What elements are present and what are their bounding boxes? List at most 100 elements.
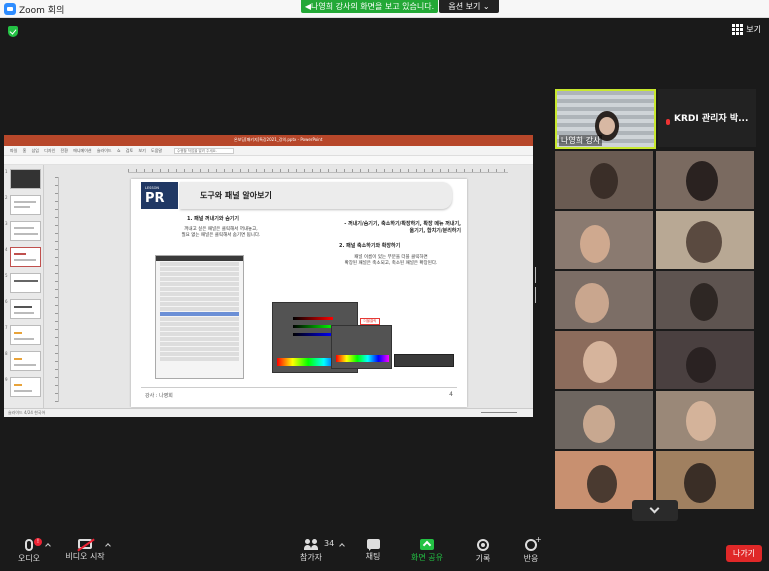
participants-icon: 34 — [304, 539, 334, 550]
share-screen-button[interactable]: 화면 공유 — [408, 539, 446, 563]
ppt-status-text: 슬라이드 4/24 한국어 — [8, 410, 46, 415]
chat-icon — [366, 539, 380, 551]
slide-thumbnail — [10, 195, 41, 215]
slide-header-bar: 도구와 패널 알아보기 — [180, 182, 452, 209]
participant-name: KRDI 관리자 박... — [674, 114, 749, 124]
title-bar: Zoom 회의 ◀나영희 강사의 화면을 보고 있습니다. 옵션 보기 ⌄ — [0, 0, 769, 18]
reactions-icon — [525, 535, 542, 551]
slide-thumbnails: 1 2 3 4 5 6 7 8 9 — [4, 165, 44, 408]
slide-footer-divider — [141, 387, 457, 388]
slide-thumbnail — [10, 221, 41, 241]
vertical-ruler — [55, 177, 59, 402]
ppt-ribbon-tabs: 파일 홈 삽입 디자인 전환 애니메이션 슬라이드 쇼 검토 보기 도움말 — [10, 148, 163, 153]
thumb-number: 6 — [5, 299, 8, 304]
thumb-number: 2 — [5, 195, 8, 200]
participant-tile[interactable] — [656, 271, 754, 329]
collapsed-panel-screenshot — [331, 325, 392, 369]
split-divider-handle[interactable] — [535, 267, 538, 303]
start-video-button[interactable]: 비디오 시작 — [64, 539, 106, 562]
zoom-window: Zoom 회의 ◀나영희 강사의 화면을 보고 있습니다. 옵션 보기 ⌄ 보기… — [0, 0, 769, 571]
ppt-zoom-slider — [481, 412, 517, 413]
lesson-code: PR — [145, 191, 165, 206]
slide-presenter: 강사 : 나영희 — [145, 393, 173, 399]
slide-thumbnail — [10, 351, 41, 371]
screen-share-banner: ◀나영희 강사의 화면을 보고 있습니다. — [301, 0, 438, 13]
participants-count: 34 — [324, 539, 335, 548]
gallery-scroll-down-button[interactable] — [632, 500, 678, 521]
slide-thumbnail — [10, 273, 41, 293]
active-speaker-tile[interactable]: 나영희 강사 — [555, 89, 656, 149]
reactions-button[interactable]: 반응 — [518, 535, 544, 564]
lesson-badge: LESSON PR — [141, 182, 178, 209]
view-label: 보기 — [746, 25, 761, 34]
video-label: 비디오 시작 — [65, 552, 105, 561]
muted-mic-icon — [666, 119, 670, 125]
audio-alert-badge: ! — [34, 538, 42, 546]
record-button[interactable]: 기록 — [470, 539, 496, 564]
window-menu-screenshot — [155, 255, 244, 379]
slide-thumbnail — [10, 377, 41, 397]
participant-tile[interactable] — [656, 391, 754, 449]
video-options-caret[interactable] — [105, 543, 111, 549]
participant-tile-admin[interactable]: KRDI 관리자 박... — [658, 89, 756, 147]
chat-button[interactable]: 채팅 — [360, 539, 386, 562]
section-2-description: 패널 이름이 있는 부분을 더블 클릭하면 확장된 패널은 축소되고, 축소된 … — [344, 255, 438, 266]
chevron-down-icon — [649, 503, 660, 514]
thumb-number: 5 — [5, 273, 8, 278]
participant-tile[interactable] — [656, 211, 754, 269]
view-options-button[interactable]: 옵션 보기 ⌄ — [439, 0, 499, 13]
thumb-number: 3 — [5, 221, 8, 226]
slide-thumbnail — [10, 169, 41, 189]
double-click-label: 더블클릭 — [360, 318, 380, 325]
ppt-title: 온보딩[패키지]특강2021_강의.pptx - PowerPoint — [234, 137, 323, 142]
ppt-title-bar: 온보딩[패키지]특강2021_강의.pptx - PowerPoint — [4, 135, 533, 146]
section-1-heading: 1. 패널 꺼내기와 숨기기 — [187, 216, 240, 222]
audio-label: 오디오 — [17, 554, 41, 563]
slide-thumbnail-active — [10, 247, 41, 267]
participant-tile[interactable] — [555, 211, 653, 269]
feature-bullets: - 꺼내기/숨기기, 축소하기/확장하기, 확장 메뉴 꺼내기, 옮기기, 합치… — [344, 221, 461, 234]
thumb-number: 4 — [5, 247, 8, 252]
ppt-quick-toolbar — [4, 156, 533, 165]
section-2-heading: 2. 패널 축소하기와 확장하기 — [339, 243, 401, 249]
window-title: Zoom 회의 — [19, 6, 65, 16]
participant-tile[interactable] — [555, 391, 653, 449]
audio-options-caret[interactable] — [45, 543, 51, 549]
reactions-label: 반응 — [523, 554, 539, 563]
slide-title: 도구와 패널 알아보기 — [200, 191, 272, 200]
participant-tile[interactable] — [656, 331, 754, 389]
security-shield-icon[interactable] — [8, 26, 18, 37]
participant-tile[interactable] — [555, 331, 653, 389]
section-1-description: 꺼내고 싶은 패널은 클릭해서 꺼내놓고, 필요 없는 패널은 클릭해서 숨기면… — [181, 227, 261, 238]
participant-tile[interactable] — [555, 151, 653, 209]
participants-label: 참가자 — [299, 553, 323, 562]
participant-tile[interactable] — [555, 271, 653, 329]
thumb-number: 1 — [5, 169, 8, 174]
slide-page-number: 4 — [449, 391, 453, 398]
participants-button[interactable]: 34 참가자 — [296, 539, 334, 563]
lesson-label: LESSON — [145, 186, 159, 190]
record-label: 기록 — [475, 554, 491, 563]
view-button[interactable]: 보기 — [732, 24, 761, 35]
ppt-search-box: 수행할 작업을 알려 주세요. — [174, 148, 234, 154]
slide-thumbnail — [10, 299, 41, 319]
thumb-number: 9 — [5, 377, 8, 382]
grid-view-icon — [732, 24, 744, 35]
participants-options-caret[interactable] — [339, 543, 345, 549]
horizontal-ruler — [128, 169, 508, 173]
minimized-panel-screenshot — [394, 354, 454, 367]
meeting-toolbar: ! 오디오 비디오 시작 34 참가자 채팅 화면 공유 기록 반응 — [0, 535, 769, 571]
participant-tile[interactable] — [656, 151, 754, 209]
audio-button[interactable]: ! 오디오 — [16, 538, 42, 564]
video-off-icon — [78, 539, 92, 549]
ppt-status-bar: 슬라이드 4/24 한국어 — [4, 408, 533, 417]
zoom-logo-icon — [4, 3, 16, 15]
ppt-ribbon: 파일 홈 삽입 디자인 전환 애니메이션 슬라이드 쇼 검토 보기 도움말 수행… — [4, 146, 533, 156]
share-screen-icon — [420, 539, 434, 550]
thumb-number: 8 — [5, 351, 8, 356]
leave-meeting-button[interactable]: 나가기 — [726, 545, 762, 562]
slide-thumbnail — [10, 325, 41, 345]
microphone-icon: ! — [25, 538, 42, 551]
chat-label: 채팅 — [365, 552, 381, 561]
thumb-number: 7 — [5, 325, 8, 330]
